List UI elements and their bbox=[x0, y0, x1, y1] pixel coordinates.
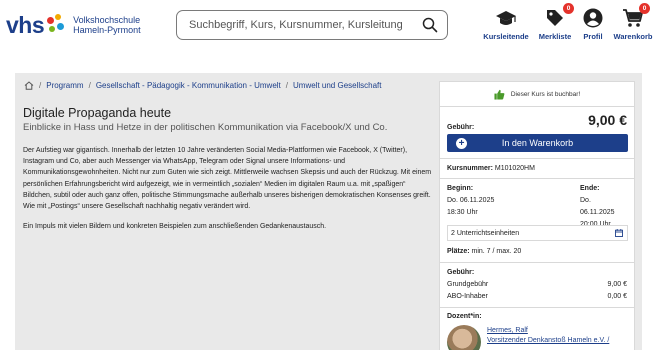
logo-vhs-text: vhs bbox=[6, 11, 45, 38]
add-to-cart-label: In den Warenkorb bbox=[501, 138, 574, 148]
breadcrumb-item-programm[interactable]: Programm bbox=[46, 81, 83, 90]
start-time: 18:30 Uhr bbox=[447, 209, 478, 216]
calendar-icon bbox=[615, 229, 623, 237]
logo-dots-icon bbox=[45, 14, 67, 36]
fee-breakdown: Gebühr: Grundgebühr 9,00 € ABO-Inhaber 0… bbox=[447, 267, 627, 303]
places-row: Plätze: min. 7 / max. 20 bbox=[447, 246, 627, 258]
fee-row: Gebühr: 9,00 € bbox=[447, 112, 627, 134]
add-to-cart-button[interactable]: + In den Warenkorb bbox=[447, 134, 628, 152]
abo-fee-value: 0,00 € bbox=[607, 293, 627, 300]
units-text: 2 Unterrichtseinheiten bbox=[451, 229, 520, 237]
divider bbox=[440, 262, 634, 263]
end-date: Do. 06.11.2025 bbox=[580, 197, 615, 216]
lecturer-role-link[interactable]: Vorsitzender Denkanstoß Hameln e.V. / bbox=[487, 337, 627, 344]
places-value: min. 7 / max. 20 bbox=[471, 248, 522, 255]
course-number-row: Kursnummer: M101020HM bbox=[447, 163, 627, 175]
start-label: Beginn: bbox=[447, 185, 474, 192]
course-description-extra: Ein Impuls mit vielen Bildern und konkre… bbox=[23, 223, 327, 230]
graduation-cap-icon bbox=[496, 11, 516, 25]
search-box bbox=[176, 10, 448, 40]
logo-line-2: Hameln-Pyrmont bbox=[73, 25, 141, 35]
tag-icon bbox=[547, 10, 563, 26]
logo-line-1: Volkshochschule bbox=[73, 15, 141, 25]
course-title: Digitale Propaganda heute bbox=[23, 106, 172, 120]
logo-text: Volkshochschule Hameln-Pyrmont bbox=[73, 15, 141, 35]
lecturer-info: Hermes, Ralf Vorsitzender Denkanstoß Ham… bbox=[487, 327, 627, 344]
units-dropdown[interactable]: 2 Unterrichtseinheiten bbox=[447, 225, 628, 241]
search-icon[interactable] bbox=[422, 17, 438, 33]
fee-section-label: Gebühr: bbox=[447, 269, 475, 276]
abo-fee-row: ABO-Inhaber 0,00 € bbox=[447, 291, 627, 303]
divider bbox=[440, 158, 634, 159]
nav-label: Warenkorb bbox=[613, 32, 653, 41]
warenkorb-badge: 0 bbox=[639, 3, 650, 14]
bookable-text: Dieser Kurs ist buchbar! bbox=[510, 90, 581, 98]
user-icon bbox=[583, 8, 603, 28]
bookable-status: Dieser Kurs ist buchbar! bbox=[440, 82, 634, 107]
lecturer-label-row: Dozent*in: bbox=[447, 311, 627, 323]
lecturer-label: Dozent*in: bbox=[447, 313, 482, 320]
end-block: Ende: Do. 06.11.2025 20:00 Uhr bbox=[580, 183, 627, 231]
nav-label: Kursleitende bbox=[483, 32, 529, 41]
thumbs-up-icon bbox=[494, 89, 505, 100]
divider bbox=[440, 307, 634, 308]
lecturer-name-link[interactable]: Hermes, Ralf bbox=[487, 327, 627, 334]
course-description: Der Aufstieg war gigantisch. Innerhalb d… bbox=[23, 147, 432, 211]
booking-card: Dieser Kurs ist buchbar! Gebühr: 9,00 € … bbox=[439, 81, 635, 350]
nav-kursleitende[interactable]: Kursleitende bbox=[481, 6, 531, 41]
plus-icon: + bbox=[456, 137, 467, 149]
breadcrumb-item-category[interactable]: Gesellschaft - Pädagogik - Kommunikation… bbox=[96, 81, 281, 90]
abo-fee-label: ABO-Inhaber bbox=[447, 293, 488, 300]
course-number: M101020HM bbox=[494, 165, 535, 172]
site-header: vhs Volkshochschule Hameln-Pyrmont Kursl… bbox=[0, 0, 657, 48]
start-date: Do. 06.11.2025 bbox=[447, 197, 495, 204]
course-subtitle: Einblicke in Hass und Hetze in der polit… bbox=[23, 122, 388, 133]
fee-label: Gebühr: bbox=[447, 124, 475, 131]
course-price: 9,00 € bbox=[588, 112, 627, 128]
nav-warenkorb[interactable]: 0 Warenkorb bbox=[608, 3, 657, 41]
base-fee-label: Grundgebühr bbox=[447, 281, 489, 288]
places-label: Plätze: bbox=[447, 248, 470, 255]
home-icon[interactable] bbox=[24, 81, 34, 90]
end-label: Ende: bbox=[580, 185, 600, 192]
start-block: Beginn: Do. 06.11.2025 18:30 Uhr bbox=[447, 183, 537, 219]
breadcrumb-item-subcategory[interactable]: Umwelt und Gesellschaft bbox=[293, 81, 381, 90]
breadcrumb: / Programm / Gesellschaft - Pädagogik - … bbox=[24, 81, 382, 90]
course-number-label: Kursnummer: bbox=[447, 165, 493, 172]
divider bbox=[440, 178, 634, 179]
base-fee-row: Grundgebühr 9,00 € bbox=[447, 279, 627, 291]
lecturer-avatar bbox=[447, 325, 481, 350]
base-fee-value: 9,00 € bbox=[607, 281, 627, 288]
search-input[interactable] bbox=[189, 19, 419, 31]
vhs-logo[interactable]: vhs Volkshochschule Hameln-Pyrmont bbox=[6, 11, 141, 39]
